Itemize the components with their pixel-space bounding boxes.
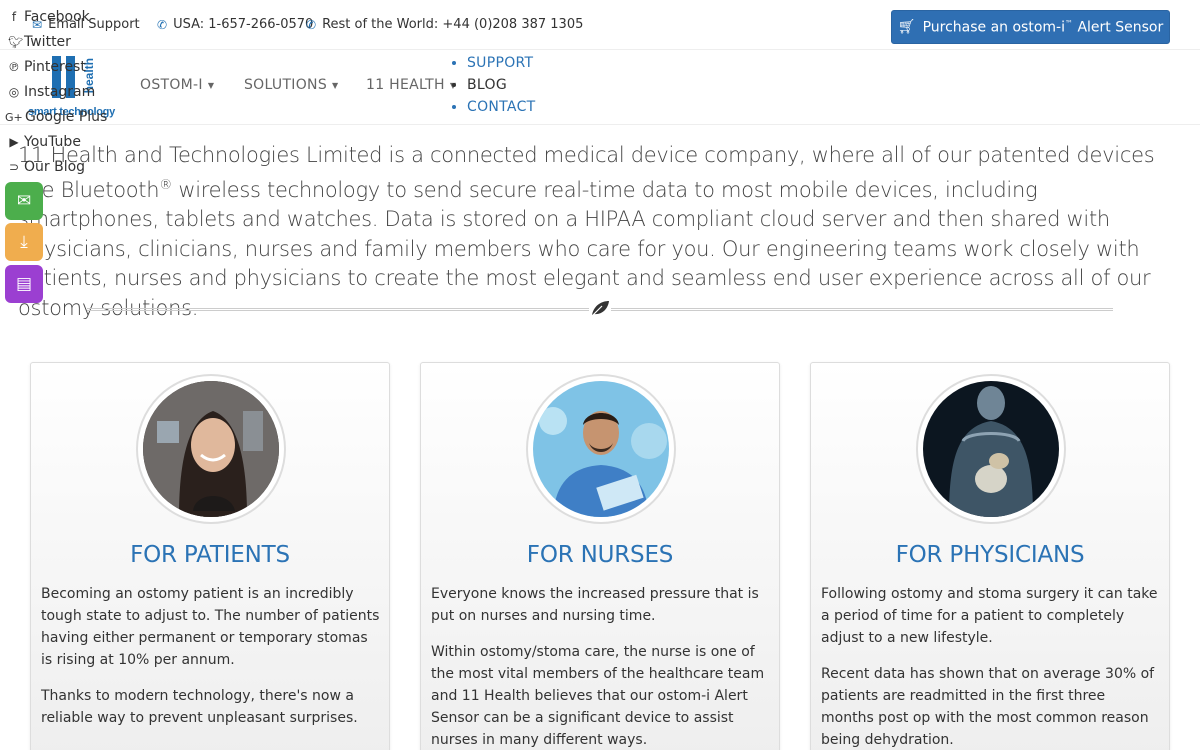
nav-solutions[interactable]: SOLUTIONS ▼ [244, 77, 338, 93]
twitter-icon: 🐦︎ [8, 35, 24, 49]
nav-ostom-i[interactable]: OSTOM-I ▼ [140, 77, 214, 93]
nav-links-list: SUPPORT BLOG CONTACT [454, 52, 536, 118]
social-blog[interactable]: ⊃ Our Blog [8, 159, 85, 175]
social-google-plus[interactable]: G+ Google Plus [5, 109, 107, 125]
card-nurses: FOR NURSES Everyone knows the increased … [420, 362, 780, 750]
phone-icon: ✆ [157, 17, 168, 32]
pinterest-icon: ℗ [8, 60, 20, 74]
trademark-mark: ™ [1064, 18, 1073, 28]
card-body: Everyone knows the increased pressure th… [431, 583, 771, 750]
purchase-label-wrap: Purchase an ostom-i™ Alert Sensor [923, 19, 1164, 36]
card-title: FOR NURSES [526, 542, 674, 568]
usa-phone-label: USA: 1-657-266-0570 [173, 17, 314, 32]
patient-photo [136, 374, 286, 524]
caret-down-icon: ▼ [332, 80, 339, 90]
social-label: Pinterest [24, 59, 86, 75]
card-patients: FOR PATIENTS Becoming an ostomy patient … [30, 362, 390, 750]
social-twitter[interactable]: 🐦︎ Twitter [8, 34, 71, 50]
card-paragraph: Thanks to modern technology, there's now… [41, 688, 358, 726]
cart-icon: 🛒︎ [897, 19, 916, 35]
social-instagram[interactable]: ◎ Instagram [8, 84, 95, 100]
facebook-icon: f [11, 10, 17, 24]
nav-11-health-label: 11 HEALTH [366, 77, 445, 93]
social-youtube[interactable]: ▶ YouTube [8, 134, 81, 150]
nurse-photo [526, 374, 676, 524]
world-phone-link[interactable]: ✆ Rest of the World: +44 (0)208 387 1305 [306, 17, 583, 32]
intro-paragraph: 11 Health and Technologies Limited is a … [18, 141, 1178, 323]
nav-contact[interactable]: CONTACT [467, 96, 536, 118]
nav-blog[interactable]: BLOG [467, 74, 536, 96]
newspaper-icon: ▤ [15, 274, 33, 294]
float-email-button[interactable]: ✉ [5, 182, 43, 220]
social-label: Facebook [24, 9, 90, 25]
card-paragraph: Everyone knows the increased pressure th… [431, 586, 759, 624]
google-plus-icon: G+ [5, 110, 23, 124]
purchase-label: Purchase an ostom-i [922, 19, 1065, 36]
float-news-button[interactable]: ▤ [5, 265, 43, 303]
social-label: Twitter [24, 34, 71, 50]
card-paragraph: Following ostomy and stoma surgery it ca… [821, 586, 1158, 646]
social-facebook[interactable]: f Facebook [8, 9, 90, 25]
purchase-sensor-button[interactable]: 🛒︎ Purchase an ostom-i™ Alert Sensor [891, 10, 1170, 44]
phone-icon: ✆ [306, 17, 317, 32]
physician-xray-photo [916, 374, 1066, 524]
social-pinterest[interactable]: ℗ Pinterest [8, 59, 86, 75]
card-paragraph: Becoming an ostomy patient is an incredi… [41, 586, 380, 668]
world-phone-label: Rest of the World: +44 (0)208 387 1305 [322, 17, 584, 32]
rss-icon: ⊃ [8, 160, 20, 174]
nav-support[interactable]: SUPPORT [467, 52, 536, 74]
card-title: FOR PHYSICIANS [895, 542, 1085, 568]
nav-solutions-label: SOLUTIONS [244, 77, 328, 93]
usa-phone-link[interactable]: ✆ USA: 1-657-266-0570 [157, 17, 313, 32]
card-paragraph: Within ostomy/stoma care, the nurse is o… [431, 644, 765, 748]
nav-ostom-i-label: OSTOM-I [140, 77, 203, 93]
download-icon: ⤓ [20, 232, 28, 252]
card-body: Following ostomy and stoma surgery it ca… [821, 583, 1161, 750]
social-label: YouTube [24, 134, 81, 150]
purchase-label-suffix: Alert Sensor [1077, 19, 1164, 36]
youtube-icon: ▶ [9, 135, 19, 149]
caret-down-icon: ▼ [207, 80, 215, 90]
social-label: Instagram [24, 84, 96, 100]
float-download-button[interactable]: ⤓ [5, 223, 43, 261]
envelope-icon: ✉ [16, 191, 32, 211]
card-paragraph: Recent data has shown that on average 30… [821, 666, 1155, 748]
card-body: Becoming an ostomy patient is an incredi… [41, 583, 381, 743]
top-bar: ✉ Email Support ✆ USA: 1-657-266-0570 ✆ … [0, 0, 1200, 50]
instagram-icon: ◎ [8, 85, 20, 99]
card-physicians: FOR PHYSICIANS Following ostomy and stom… [810, 362, 1170, 750]
main-header: health smart technology OSTOM-I ▼ SOLUTI… [0, 50, 1200, 125]
registered-mark: ® [159, 177, 172, 193]
intro-text-2: wireless technology to send secure real-… [18, 177, 1151, 320]
social-label: Our Blog [24, 159, 86, 175]
leaf-icon [589, 298, 611, 318]
card-title: FOR PATIENTS [130, 542, 290, 568]
social-label: Google Plus [25, 109, 108, 125]
nav-11-health[interactable]: 11 HEALTH ▼ [366, 77, 456, 93]
